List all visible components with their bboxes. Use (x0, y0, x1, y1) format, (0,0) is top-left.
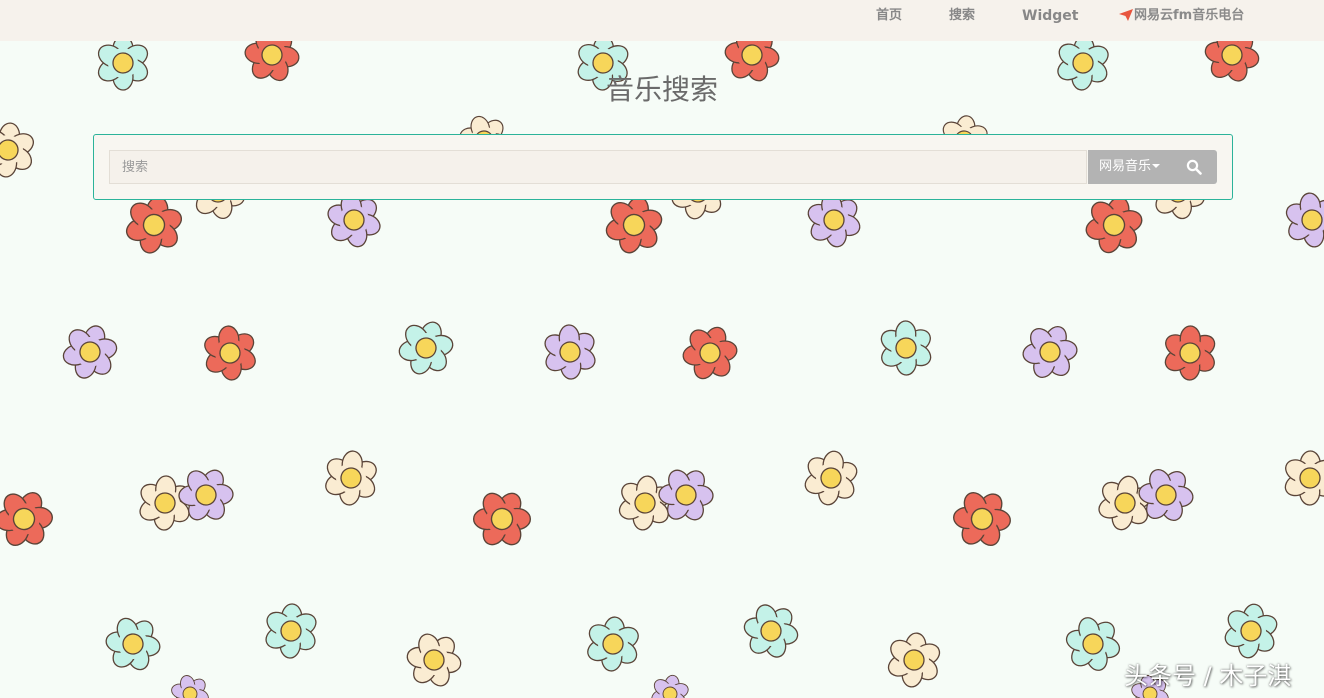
paper-plane-icon (1119, 2, 1133, 34)
flower-decoration (171, 675, 209, 698)
flower-decoration (1285, 192, 1324, 248)
flower-decoration (587, 616, 639, 672)
flower-decoration (605, 196, 663, 254)
nav-home-link[interactable]: 首页 (876, 0, 902, 32)
nav-widget-link[interactable]: Widget (1022, 0, 1078, 32)
flower-decoration (1224, 603, 1278, 659)
flower-decoration (406, 633, 462, 687)
nav-radio-link[interactable]: 网易云fm音乐电台 (1119, 0, 1244, 32)
flower-decoration (62, 325, 118, 379)
flower-decoration (804, 450, 858, 506)
flower-decoration (651, 674, 689, 698)
nav-radio-label: 网易云fm音乐电台 (1134, 8, 1245, 23)
flower-decoration (743, 604, 799, 658)
flower-decoration (880, 320, 932, 376)
flower-decoration (204, 325, 256, 381)
flower-decoration (953, 492, 1011, 546)
flower-decoration (887, 632, 941, 688)
watermark-text: 头条号 / 木子淇 (1124, 662, 1292, 690)
flower-decoration (1284, 450, 1324, 506)
flower-decoration (398, 321, 454, 375)
flower-decoration (0, 492, 53, 546)
flower-decoration (1085, 196, 1143, 254)
search-button[interactable] (1171, 150, 1217, 184)
nav-search-link[interactable]: 搜索 (949, 0, 975, 32)
source-dropdown-button[interactable]: 网易音乐 (1088, 150, 1171, 184)
flower-decoration (544, 324, 596, 380)
flower-decoration (325, 450, 377, 506)
flower-decoration (125, 196, 183, 254)
flower-decoration (682, 326, 738, 380)
caret-down-icon (1152, 164, 1160, 168)
flower-decoration (472, 492, 532, 546)
flower-decoration (105, 617, 161, 671)
flower-decoration (1022, 326, 1078, 378)
top-navbar: 首页 搜索 Widget 网易云fm音乐电台 (0, 0, 1324, 41)
flower-decoration (0, 122, 34, 178)
flower-decoration (1164, 325, 1216, 381)
flower-decoration (1065, 617, 1121, 671)
search-panel: 网易音乐 (93, 134, 1233, 200)
flower-decoration (265, 603, 317, 659)
search-input[interactable] (109, 150, 1087, 184)
page-title: 音乐搜索 (605, 73, 718, 106)
source-dropdown-label: 网易音乐 (1098, 159, 1151, 174)
